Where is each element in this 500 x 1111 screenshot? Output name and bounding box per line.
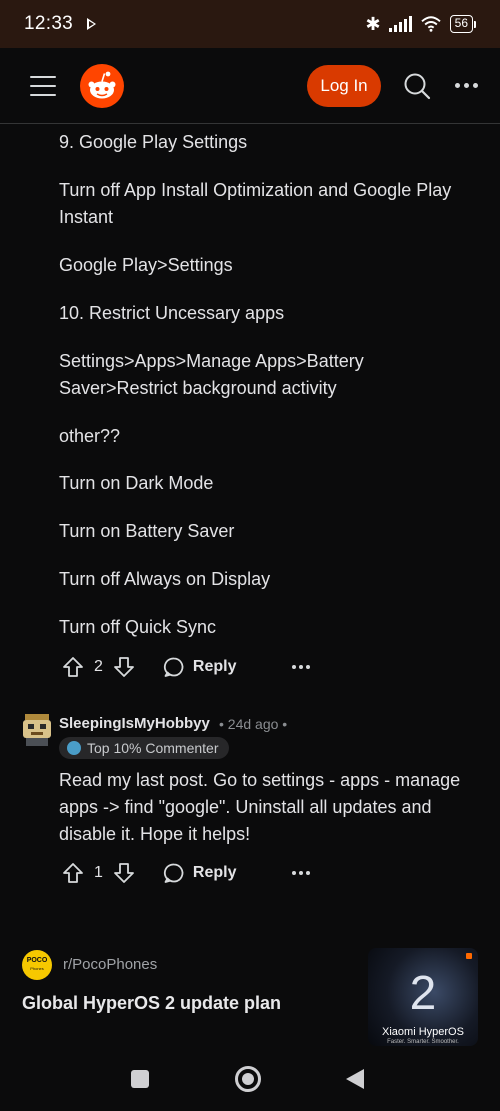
status-icons: ✱ 56 [366, 14, 476, 35]
menu-icon[interactable] [30, 75, 56, 96]
comment-paragraph: Turn on Battery Saver [59, 521, 235, 541]
comment-actions: 1 Reply [62, 858, 311, 888]
more-icon[interactable] [455, 83, 478, 88]
comment-paragraph: Turn on Dark Mode [59, 473, 214, 493]
comment-paragraph: 9. Google Play Settings [59, 132, 248, 152]
search-icon[interactable] [403, 72, 431, 100]
comment-paragraph: Turn off App Install Optimization and Go… [59, 180, 452, 227]
back-triangle-icon[interactable] [346, 1069, 364, 1089]
battery-icon: 56 [449, 15, 476, 33]
reddit-logo-icon[interactable] [80, 63, 124, 108]
status-bar: 12:33 ✱ 56 [0, 0, 500, 48]
login-button[interactable]: Log In [307, 64, 381, 107]
comment-header: SleepingIsMyHobbyy • 24d ago • Top 10% C… [22, 712, 482, 762]
comment-paragraph: Google Play>Settings [59, 255, 233, 275]
reply-button[interactable]: Reply [163, 656, 237, 678]
reply-label: Reply [192, 658, 237, 675]
recents-square-icon[interactable] [131, 1070, 149, 1088]
comment-bubble-icon [163, 863, 184, 883]
avatar-text: POCO [26, 957, 48, 964]
comment-overflow-icon[interactable] [292, 665, 311, 669]
subreddit-avatar[interactable]: POCO Phones [22, 950, 52, 980]
signal-icon [388, 16, 412, 32]
comment-body: Read my last post. Go to settings - apps… [59, 770, 461, 844]
post-thumbnail[interactable]: 2 Xiaomi HyperOS Faster. Smarter. Smooth… [368, 948, 478, 1046]
comment-overflow-icon[interactable] [292, 871, 311, 875]
avatar-subtext: Phones [30, 966, 44, 971]
post-title[interactable]: Global HyperOS 2 update plan [22, 993, 281, 1014]
reply-label: Reply [192, 864, 237, 881]
reply-button[interactable]: Reply [163, 862, 237, 884]
comment-paragraph: Settings>Apps>Manage Apps>Battery Saver>… [59, 351, 364, 398]
thumbnail-number: 2 [409, 967, 437, 1020]
battery-level: 56 [449, 15, 473, 33]
user-avatar[interactable] [22, 712, 52, 746]
comment-paragraph: Turn off Quick Sync [59, 617, 217, 637]
badge-icon [67, 741, 81, 755]
thumbnail-tagline: Faster. Smarter. Smoother. [387, 1039, 459, 1045]
commenter-badge: Top 10% Commenter [59, 737, 229, 759]
vote-count: 1 [94, 864, 103, 881]
brand-dot-icon [466, 953, 472, 959]
upvote-icon[interactable] [62, 656, 84, 678]
status-time: 12:33 [24, 13, 74, 34]
comment-paragraph: other?? [59, 426, 121, 446]
comment-author[interactable]: SleepingIsMyHobbyy [59, 715, 210, 732]
wifi-icon [420, 16, 441, 32]
upvote-icon[interactable] [62, 862, 84, 884]
related-post-card[interactable]: POCO Phones r/PocoPhones Global HyperOS … [0, 935, 500, 1050]
thumbnail-brand: Xiaomi HyperOS [382, 1026, 464, 1038]
comment-paragraph: Turn off Always on Display [59, 569, 271, 589]
comment-paragraph: 10. Restrict Uncessary apps [59, 303, 285, 323]
badge-label: Top 10% Commenter [87, 740, 219, 756]
bluetooth-icon: ✱ [365, 13, 381, 34]
app-header: Log In [0, 48, 500, 124]
comment-actions: 2 Reply [62, 652, 311, 682]
downvote-icon[interactable] [113, 862, 135, 884]
downvote-icon[interactable] [113, 656, 135, 678]
home-circle-icon[interactable] [235, 1066, 261, 1092]
comment-meta: • 24d ago • [219, 716, 288, 732]
comment-bubble-icon [163, 657, 184, 677]
system-nav-bar [0, 1050, 500, 1111]
vote-count: 2 [94, 658, 103, 675]
play-icon [87, 18, 97, 30]
subreddit-name[interactable]: r/PocoPhones [63, 956, 157, 973]
